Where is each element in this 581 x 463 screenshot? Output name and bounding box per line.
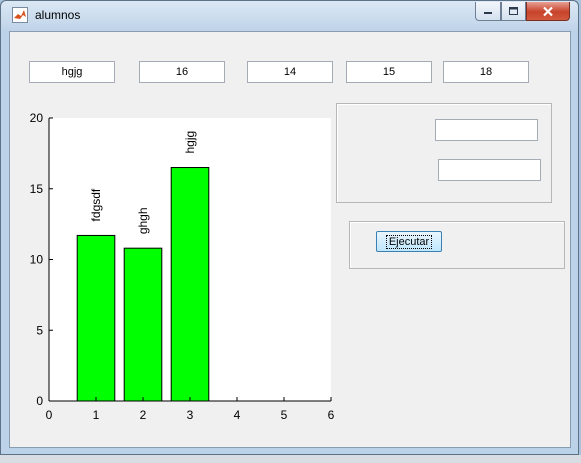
y-tick-label: 15 (30, 182, 44, 196)
bar-3 (170, 167, 210, 402)
x-tick-label: 6 (328, 408, 335, 422)
x-tick-label: 3 (187, 408, 194, 422)
bar-chart: 0 1 2 3 4 5 6 0 5 10 15 20 fdgsdf ghgh hgjg (30, 111, 335, 422)
x-tick-label: 5 (281, 408, 288, 422)
y-tick-label: 5 (36, 323, 43, 337)
app-window: alumnos hgjg 16 14 15 18 Ejecutar 012345… (0, 0, 579, 455)
y-tick-label: 0 (36, 394, 43, 408)
background-strip (0, 455, 581, 463)
y-tick-label: 20 (30, 111, 44, 125)
bar-label-2: ghgh (136, 207, 150, 234)
x-tick-label: 1 (93, 408, 100, 422)
x-tick-label: 2 (140, 408, 147, 422)
y-tick-label: 10 (30, 253, 44, 267)
bar-1 (76, 234, 116, 402)
x-tick-label: 0 (46, 408, 53, 422)
bar-label-3: hgjg (183, 131, 197, 154)
x-tick-label: 4 (234, 408, 241, 422)
bar-2 (123, 247, 163, 402)
bar-label-1: fdgsdf (89, 188, 103, 221)
